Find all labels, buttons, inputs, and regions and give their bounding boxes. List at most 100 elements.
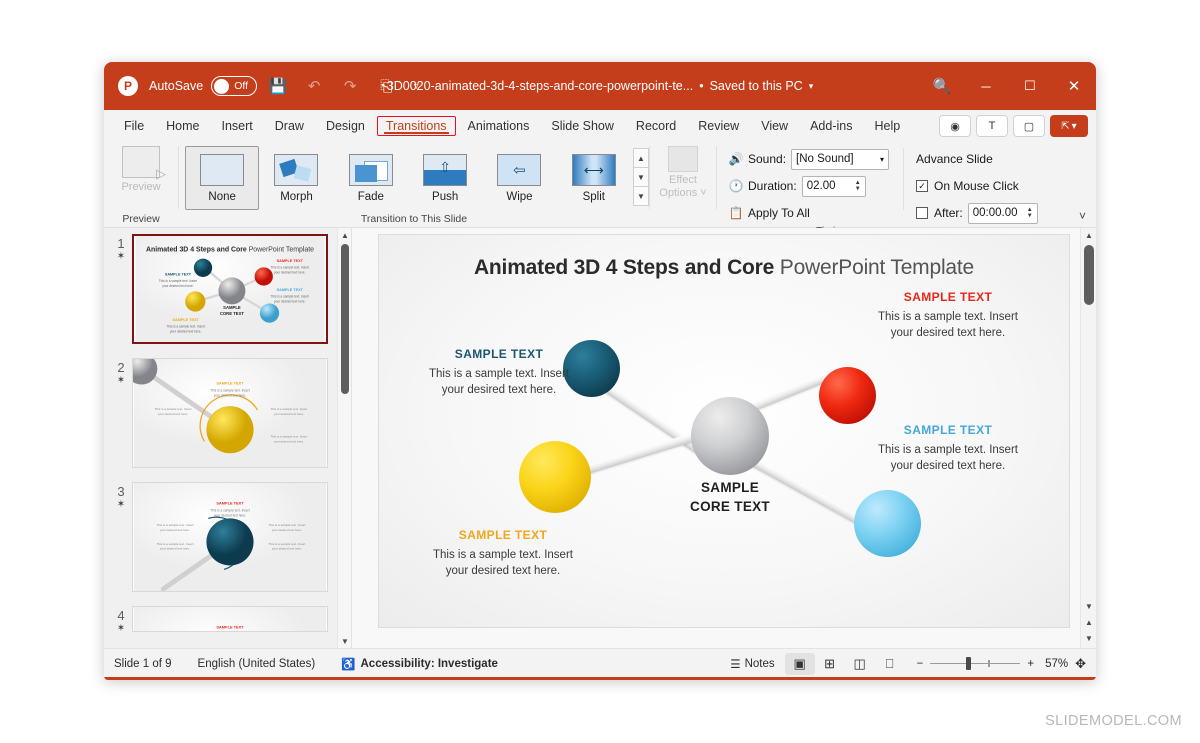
tab-file[interactable]: File: [114, 115, 154, 137]
sphere-core[interactable]: [691, 397, 769, 475]
document-name[interactable]: 3D0020-animated-3d-4-steps-and-core-powe…: [387, 79, 693, 93]
textblock-bottom-left[interactable]: SAMPLE TEXT This is a sample text. Inser…: [394, 528, 612, 579]
gallery-scroll-up-icon[interactable]: ▲: [632, 148, 649, 168]
tab-draw[interactable]: Draw: [265, 115, 314, 137]
chevron-down-icon[interactable]: ▾: [809, 81, 814, 92]
transition-wipe[interactable]: ⇦ Wipe: [482, 146, 556, 210]
sphere-yellow[interactable]: [519, 441, 591, 513]
redo-icon[interactable]: ↷: [335, 72, 365, 100]
tab-home[interactable]: Home: [156, 115, 209, 137]
thumbnail-slide-4[interactable]: SAMPLE TEXT This is a sample text. Inser…: [132, 606, 328, 632]
thumbnail-scroll-down-icon[interactable]: ▼: [338, 634, 351, 648]
after-stepper[interactable]: ▲ ▼: [1027, 207, 1033, 219]
thumbnail-slide-2[interactable]: SAMPLE TEXT This is a sample text. Inser…: [132, 358, 328, 468]
duration-stepper[interactable]: ▲ ▼: [855, 180, 861, 192]
slide-scroll-thumb[interactable]: [1084, 245, 1094, 305]
slide-thumbnail-pane[interactable]: 1 ✶ Animated 3D 4 Steps and Core PowerPo…: [104, 228, 352, 648]
slide-show-view-button[interactable]: ⎕: [875, 653, 905, 675]
textblock-top-left[interactable]: SAMPLE TEXT This is a sample text. Inser…: [399, 347, 599, 398]
comments-button[interactable]: ▢: [1013, 115, 1045, 137]
transition-split[interactable]: ⟷ Split: [557, 146, 631, 210]
close-icon[interactable]: ✕: [1052, 62, 1096, 110]
fit-to-window-icon[interactable]: ✥: [1075, 656, 1086, 672]
effect-options-button[interactable]: Effect Options ˅: [651, 146, 715, 200]
zoom-slider-handle[interactable]: [966, 656, 972, 670]
on-mouse-click-checkbox[interactable]: ✓: [916, 180, 929, 192]
on-mouse-click-row[interactable]: ✓ On Mouse Click: [916, 175, 1038, 197]
sound-dropdown[interactable]: [No Sound] ▾: [791, 148, 890, 170]
current-slide[interactable]: Animated 3D 4 Steps and Core PowerPoint …: [378, 234, 1070, 628]
tab-slide-show[interactable]: Slide Show: [541, 115, 624, 137]
tab-record[interactable]: Record: [626, 115, 686, 137]
normal-view-button[interactable]: ▣: [784, 652, 815, 675]
tab-add-ins[interactable]: Add-ins: [800, 115, 862, 137]
notes-button[interactable]: ☰ Notes: [720, 657, 784, 671]
thumbnail-row-4[interactable]: 4 ✶ SAMPLE TEXT This is a sample text. I…: [104, 592, 351, 635]
animation-star-icon[interactable]: ✶: [110, 623, 132, 635]
preview-button[interactable]: Preview: [108, 146, 174, 193]
after-input[interactable]: 00:00.00 ▲ ▼: [967, 202, 1038, 224]
textblock-bottom-right[interactable]: SAMPLE TEXT This is a sample text. Inser…: [839, 423, 1057, 474]
tab-design[interactable]: Design: [316, 115, 375, 137]
reading-view-button[interactable]: ◫: [845, 653, 875, 675]
slide-scroll-up-icon[interactable]: ▲: [1081, 228, 1096, 243]
textblock-top-right[interactable]: SAMPLE TEXT This is a sample text. Inser…: [839, 290, 1057, 341]
save-location-label[interactable]: Saved to this PC: [710, 79, 803, 93]
search-icon[interactable]: 🔍: [920, 62, 964, 110]
tab-transitions[interactable]: Transitions: [376, 116, 456, 136]
gallery-scroll-down-icon[interactable]: ▼: [632, 167, 649, 187]
transition-morph[interactable]: Morph: [259, 146, 333, 210]
animation-star-icon[interactable]: ✶: [110, 499, 132, 511]
undo-icon[interactable]: ↶: [299, 72, 329, 100]
autosave-toggle[interactable]: Off: [211, 76, 258, 96]
tab-insert[interactable]: Insert: [212, 115, 263, 137]
slide-scrollbar[interactable]: ▲ ▼ ▲ ▼: [1080, 228, 1096, 648]
slide-scroll-down-icon[interactable]: ▼: [1081, 599, 1096, 614]
sphere-blue[interactable]: [854, 490, 921, 557]
zoom-in-button[interactable]: +: [1027, 658, 1034, 670]
collapse-ribbon-icon[interactable]: ˅: [1079, 209, 1086, 223]
svg-text:This is a sample text. Insert: This is a sample text. Insert: [155, 407, 192, 411]
zoom-slider[interactable]: [930, 656, 1021, 670]
after-row[interactable]: After: 00:00.00 ▲ ▼: [916, 202, 1038, 224]
core-label[interactable]: SAMPLE CORE TEXT: [669, 478, 791, 516]
thumbnail-row-3[interactable]: 3 ✶ SAMPLE TEXT This is a sample text. I…: [104, 468, 351, 592]
share-button[interactable]: ⇱ ▾: [1050, 115, 1088, 137]
previous-slide-icon[interactable]: ▲: [1081, 615, 1096, 630]
thumbnail-row-2[interactable]: 2 ✶ SAMPLE TEXT This is a sample text. I…: [104, 344, 351, 468]
slide-title[interactable]: Animated 3D 4 Steps and Core PowerPoint …: [379, 256, 1069, 280]
tab-help[interactable]: Help: [864, 115, 910, 137]
thumbnail-scroll-thumb[interactable]: [341, 244, 349, 394]
zoom-out-button[interactable]: −: [917, 658, 924, 670]
language-indicator[interactable]: English (United States): [198, 658, 316, 670]
maximize-icon[interactable]: ☐: [1008, 62, 1052, 110]
next-slide-icon[interactable]: ▼: [1081, 631, 1096, 646]
zoom-level-label[interactable]: 57%: [1045, 658, 1068, 670]
tab-animations[interactable]: Animations: [458, 115, 540, 137]
gallery-scrollbar[interactable]: ▲ ▼ ▼: [632, 148, 649, 206]
duration-input[interactable]: 02.00 ▲ ▼: [801, 175, 866, 197]
transition-fade[interactable]: Fade: [334, 146, 408, 210]
accessibility-status[interactable]: ♿ Accessibility: Investigate: [341, 657, 498, 671]
tab-view[interactable]: View: [751, 115, 798, 137]
transition-push[interactable]: ⇧ Push: [408, 146, 482, 210]
thumbnail-slide-3[interactable]: SAMPLE TEXT This is a sample text. Inser…: [132, 482, 328, 592]
sphere-red[interactable]: [819, 367, 876, 424]
gallery-more-icon[interactable]: ▼: [632, 186, 649, 206]
after-checkbox[interactable]: [916, 207, 929, 219]
teams-button[interactable]: T: [976, 115, 1008, 137]
record-button[interactable]: ◉: [939, 115, 971, 137]
minimize-icon[interactable]: ─: [964, 62, 1008, 110]
save-icon[interactable]: 💾: [263, 72, 293, 100]
thumbnail-scrollbar[interactable]: ▲ ▼: [337, 228, 351, 648]
apply-to-all-button[interactable]: 📋 Apply To All: [727, 202, 889, 224]
thumbnail-slide-1[interactable]: Animated 3D 4 Steps and Core PowerPoint …: [132, 234, 328, 344]
tab-review[interactable]: Review: [688, 115, 749, 137]
transition-none[interactable]: None: [185, 146, 260, 210]
slide-counter[interactable]: Slide 1 of 9: [114, 658, 172, 670]
slide-sorter-view-button[interactable]: ⊞: [815, 653, 845, 675]
thumbnail-scroll-up-icon[interactable]: ▲: [338, 228, 351, 242]
thumbnail-row-1[interactable]: 1 ✶ Animated 3D 4 Steps and Core PowerPo…: [104, 228, 351, 344]
animation-star-icon[interactable]: ✶: [110, 375, 132, 387]
animation-star-icon[interactable]: ✶: [110, 251, 132, 263]
